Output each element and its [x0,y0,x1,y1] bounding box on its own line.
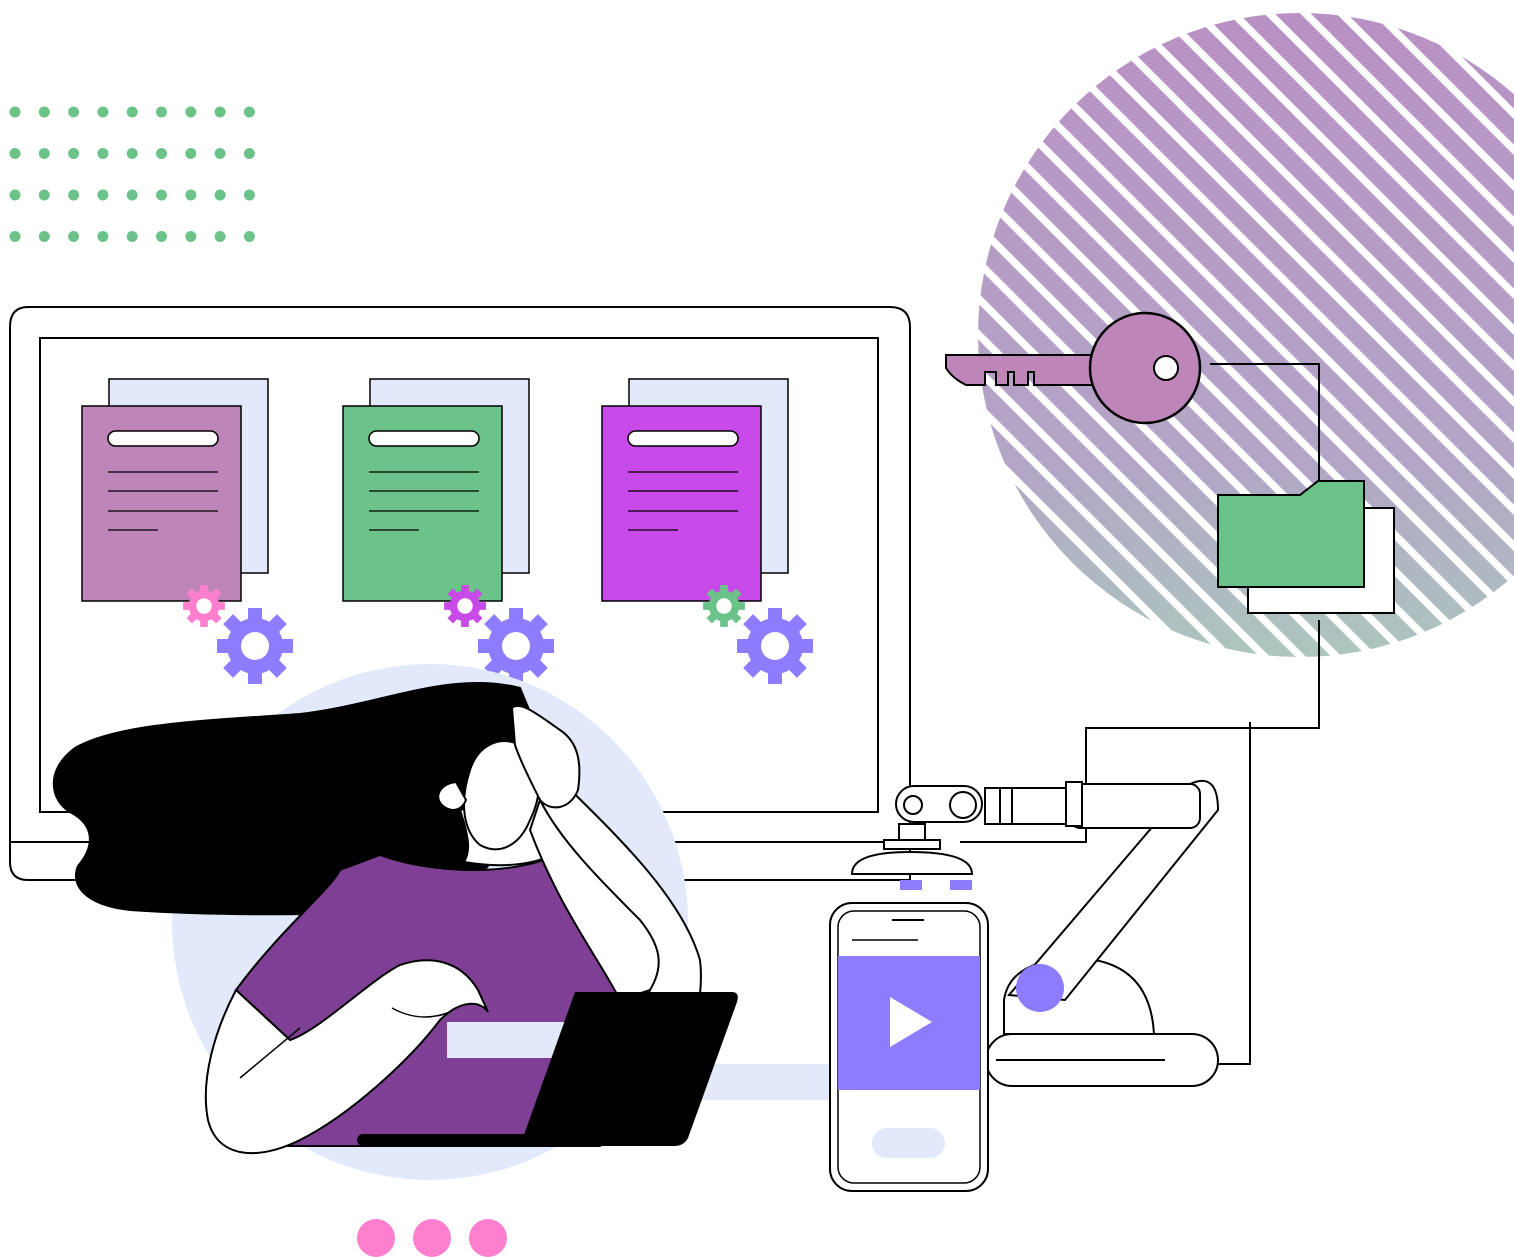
dot [97,106,109,118]
dot [185,189,197,201]
dot [185,106,197,118]
smartphone [829,902,989,1192]
dot-grid-decoration [9,106,255,242]
dot [156,231,167,242]
illustration [9,13,1514,1257]
dot [38,231,50,242]
dot [9,148,21,159]
dot [68,231,80,242]
dot [9,106,21,118]
dot [126,231,138,242]
phone-button [872,1128,945,1158]
dot [97,189,109,201]
dot [156,189,167,201]
dot [126,106,138,118]
dot [185,231,197,242]
dot [214,148,226,159]
dot [68,106,80,118]
gear-icon [737,608,813,684]
dot [243,148,255,159]
dot [214,231,226,242]
dot [9,231,21,242]
document-title-bar [107,430,219,447]
dot [185,148,197,159]
gear-icon [183,585,225,627]
document-title-bar [627,430,739,447]
dot [9,189,21,201]
dot [214,189,226,201]
dot [126,189,138,201]
document-title-bar [368,430,480,447]
dot [243,189,255,201]
laptop-highlight [447,1022,567,1058]
gear-icon [444,585,486,627]
dot [38,148,50,159]
loading-dots [357,1219,507,1257]
dot [126,148,138,159]
dot [156,106,167,118]
gear-icon [217,608,293,684]
dot [38,189,50,201]
dot [243,106,255,118]
gear-icon [703,585,745,627]
dot [38,106,50,118]
dot [68,189,80,201]
dot [68,148,80,159]
dot [97,231,109,242]
dot [243,231,255,242]
dot [97,148,109,159]
dot [214,106,226,118]
dot [156,148,167,159]
